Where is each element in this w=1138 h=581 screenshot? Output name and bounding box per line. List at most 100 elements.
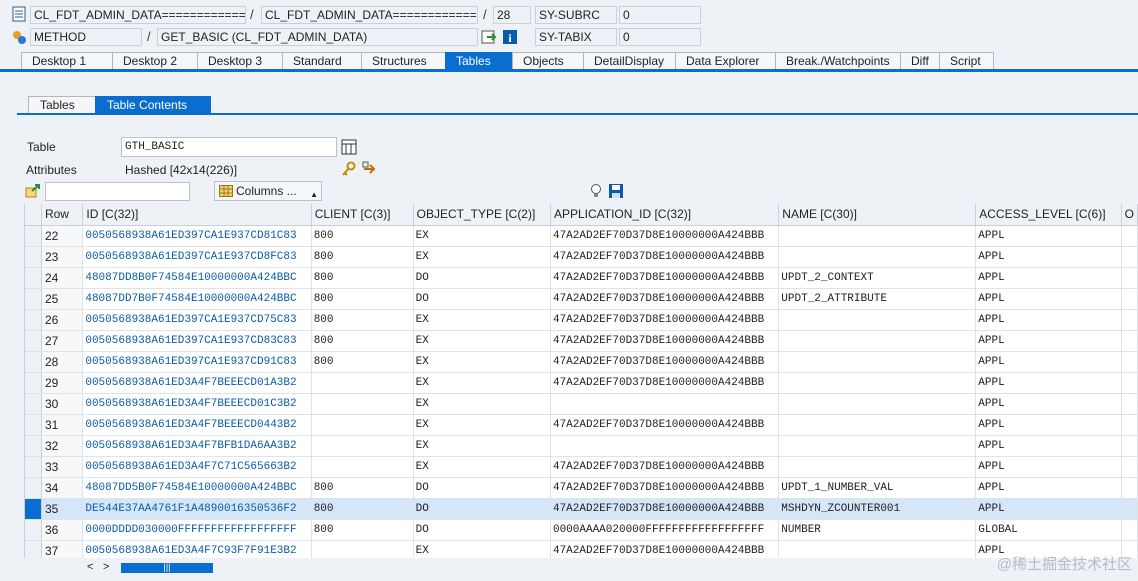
cell-name[interactable] [778,435,977,457]
cell-name[interactable] [778,351,977,373]
cell-id[interactable]: 48087DD7B0F74584E10000000A424BBC [82,288,312,310]
tab-watchpoints[interactable]: Break./Watchpoints [775,52,901,70]
cell-row[interactable]: 36 [41,519,84,541]
cell-name[interactable]: NUMBER [778,519,977,541]
table-row[interactable]: 30 0050568938A61ED3A4F7BEEECD01C3B2 EX APPL [25,393,1138,415]
table-row[interactable]: 28 0050568938A61ED397CA1E937CD91C83 800 EX 4… [25,351,1138,373]
cell-application-id[interactable]: 47A2AD2EF70D37D8E10000000A424BBB [550,351,780,373]
tab-diff[interactable]: Diff [900,52,940,70]
table-row[interactable]: 35 DE544E37AA4761F1A4890016350536F2 800 DO 4… [25,498,1138,520]
cell-row[interactable]: 33 [41,456,84,478]
cell-client[interactable]: 800 [311,225,414,247]
cell-more[interactable] [1121,309,1138,331]
cell-id[interactable]: 0050568938A61ED3A4F7BEEECD0443B2 [82,414,312,436]
cell-object-type[interactable]: DO [413,519,551,541]
cell-client[interactable] [311,540,414,558]
navigate-icon[interactable] [481,29,497,45]
table-row[interactable]: 37 0050568938A61ED3A4F7C93F7F91E3B2 EX 47A2… [25,540,1138,558]
table-row[interactable]: 27 0050568938A61ED397CA1E937CD83C83 800 EX 4… [25,330,1138,352]
tab-standard[interactable]: Standard [282,52,362,70]
cell-object-type[interactable]: DO [413,288,551,310]
cell-client[interactable] [311,456,414,478]
cell-client[interactable]: 800 [311,351,414,373]
cell-row[interactable]: 27 [41,330,84,352]
cell-object-type[interactable]: EX [413,309,551,331]
cell-row[interactable]: 22 [41,225,84,247]
cell-access-level[interactable]: APPL [975,351,1122,373]
horizontal-scrollbar[interactable]: < > ||| [83,561,213,574]
cell-id[interactable]: 0050568938A61ED3A4F7C71C565663B2 [82,456,312,478]
cell-client[interactable] [311,372,414,394]
cell-row[interactable]: 31 [41,414,84,436]
cell-name[interactable] [778,456,977,478]
cell-object-type[interactable]: EX [413,456,551,478]
save-icon[interactable] [608,183,624,199]
cell-client[interactable] [311,414,414,436]
cell-id[interactable]: 0050568938A61ED3A4F7C93F7F91E3B2 [82,540,312,558]
cell-application-id[interactable]: 47A2AD2EF70D37D8E10000000A424BBB [550,330,780,352]
row-selector[interactable] [25,540,42,558]
table-row[interactable]: 34 48087DD5B0F74584E10000000A424BBC 800 DO 4… [25,477,1138,499]
cell-access-level[interactable]: APPL [975,225,1122,247]
cell-id[interactable]: 0050568938A61ED397CA1E937CD8FC83 [82,246,312,268]
cell-client[interactable]: 800 [311,267,414,289]
cell-row[interactable]: 30 [41,393,84,415]
cell-client[interactable]: 800 [311,309,414,331]
cell-more[interactable] [1121,456,1138,478]
cell-name[interactable] [778,330,977,352]
table-row[interactable]: 23 0050568938A61ED397CA1E937CD8FC83 800 EX 4… [25,246,1138,268]
cell-application-id[interactable]: 47A2AD2EF70D37D8E10000000A424BBB [550,309,780,331]
table-row[interactable]: 36 0000DDDD030000FFFFFFFFFFFFFFFFFF 800 DO 0… [25,519,1138,541]
share-icon[interactable] [362,161,378,177]
cell-more[interactable] [1121,351,1138,373]
tab-desktop-2[interactable]: Desktop 2 [112,52,198,70]
table-row[interactable]: 33 0050568938A61ED3A4F7C71C565663B2 EX 47A2… [25,456,1138,478]
cell-more[interactable] [1121,372,1138,394]
column-header-name[interactable]: NAME [C(30)] [778,204,977,226]
cell-object-type[interactable]: EX [413,225,551,247]
scroll-right-icon[interactable]: > [103,561,109,573]
cell-id[interactable]: 0000DDDD030000FFFFFFFFFFFFFFFFFF [82,519,312,541]
cell-name[interactable] [778,540,977,558]
cell-id[interactable]: 48087DD8B0F74584E10000000A424BBC [82,267,312,289]
table-row[interactable]: 26 0050568938A61ED397CA1E937CD75C83 800 EX 4… [25,309,1138,331]
cell-row[interactable]: 37 [41,540,84,558]
cell-id[interactable]: 48087DD5B0F74584E10000000A424BBC [82,477,312,499]
columns-button[interactable]: Columns ... ▲ [214,181,322,201]
cell-more[interactable] [1121,246,1138,268]
cell-row[interactable]: 25 [41,288,84,310]
row-selector[interactable] [25,435,42,457]
cell-client[interactable]: 800 [311,498,414,520]
cell-object-type[interactable]: DO [413,477,551,499]
cell-access-level[interactable]: APPL [975,372,1122,394]
tab-detaildisplay[interactable]: DetailDisplay [583,52,676,70]
cell-name[interactable] [778,225,977,247]
scroll-thumb[interactable]: ||| [121,563,213,573]
cell-application-id[interactable]: 0000AAAA020000FFFFFFFFFFFFFFFFFF [550,519,780,541]
column-header-object-type[interactable]: OBJECT_TYPE [C(2)] [413,204,551,226]
cell-id[interactable]: 0050568938A61ED3A4F7BFB1DA6AA3B2 [82,435,312,457]
cell-object-type[interactable]: EX [413,330,551,352]
cell-row[interactable]: 26 [41,309,84,331]
tab-objects[interactable]: Objects [512,52,584,70]
table-icon[interactable] [341,139,357,155]
cell-id[interactable]: 0050568938A61ED397CA1E937CD75C83 [82,309,312,331]
cell-object-type[interactable]: EX [413,540,551,558]
line-field[interactable]: 28 [493,6,531,24]
cell-client[interactable]: 800 [311,288,414,310]
column-header-id[interactable]: ID [C(32)] [82,204,312,226]
row-selector[interactable] [25,351,42,373]
cell-client[interactable]: 800 [311,477,414,499]
table-row[interactable]: 32 0050568938A61ED3A4F7BFB1DA6AA3B2 EX APPL [25,435,1138,457]
cell-application-id[interactable]: 47A2AD2EF70D37D8E10000000A424BBB [550,246,780,268]
column-header-client[interactable]: CLIENT [C(3)] [311,204,414,226]
table-input[interactable]: GTH_BASIC [121,137,337,157]
row-selector[interactable] [25,393,42,415]
row-selector[interactable] [25,414,42,436]
event-field[interactable]: GET_BASIC (CL_FDT_ADMIN_DATA) [157,28,478,46]
column-header-more[interactable]: O [1121,204,1138,226]
tab-structures[interactable]: Structures [361,52,446,70]
info-icon[interactable]: i [502,29,518,45]
cell-more[interactable] [1121,498,1138,520]
cell-access-level[interactable]: APPL [975,246,1122,268]
